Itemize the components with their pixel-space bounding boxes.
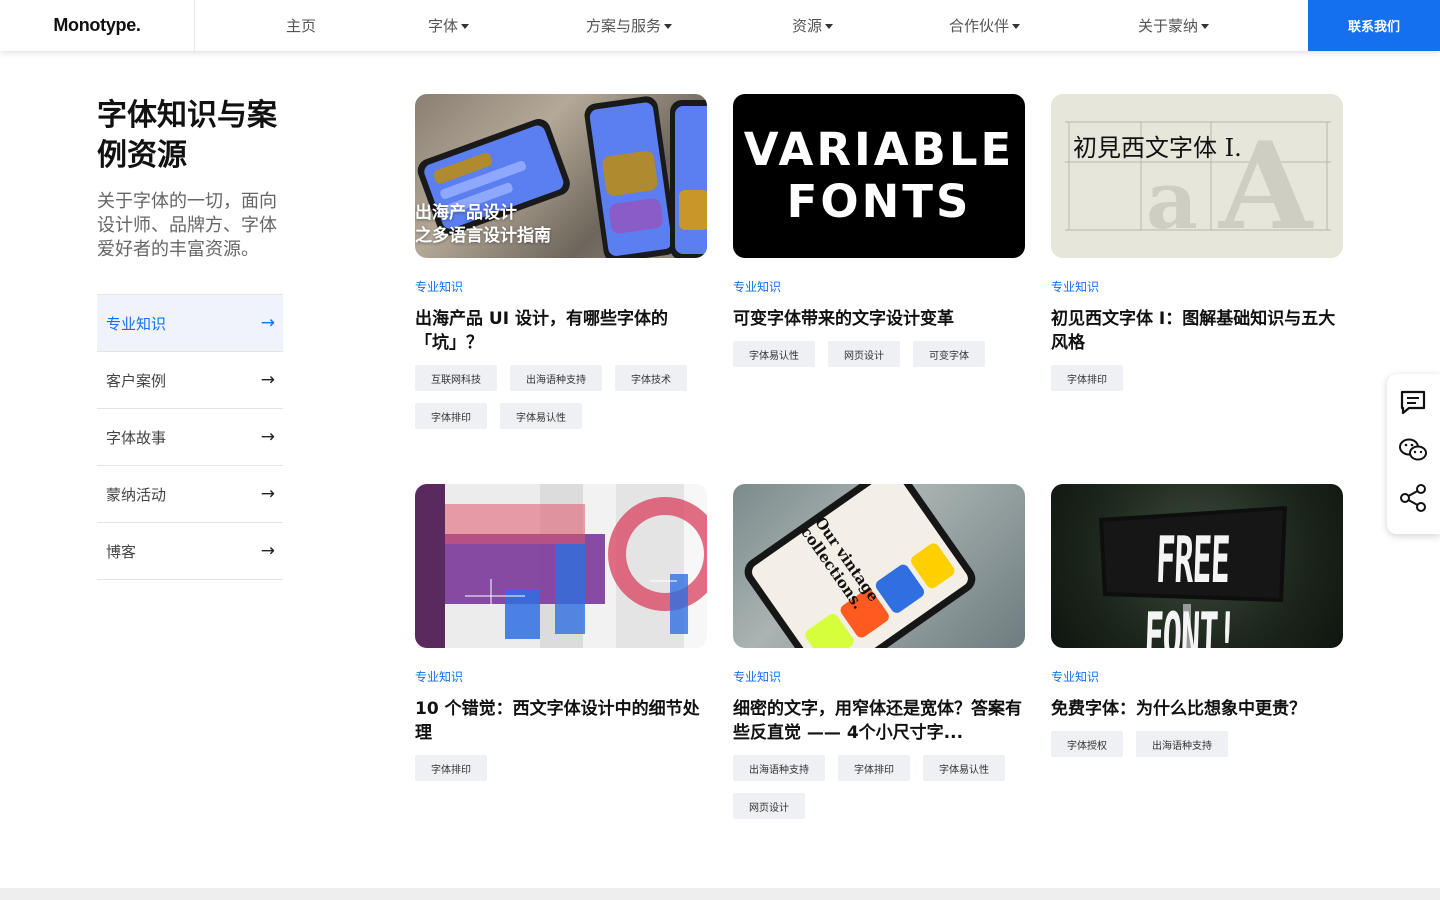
article-title[interactable]: 初见西文字体 I：图解基础知识与五大风格 (1051, 307, 1343, 355)
tag[interactable]: 字体易认性 (500, 403, 582, 429)
tag[interactable]: 网页设计 (828, 341, 900, 367)
tablet-illustration (744, 484, 976, 648)
article-title[interactable]: 免费字体：为什么比想象中更贵？ (1051, 697, 1343, 721)
caret-down-icon (1201, 23, 1210, 29)
category-menu: 专业知识 → 客户案例 → 字体故事 → 蒙纳活动 → 博客 → (97, 294, 283, 580)
tag[interactable]: 字体易认性 (923, 755, 1005, 781)
tag[interactable]: 字体易认性 (733, 341, 815, 367)
sidebar-item-case-studies[interactable]: 客户案例 → (97, 352, 283, 409)
caret-down-icon (461, 23, 470, 29)
footer-edge (0, 888, 1440, 900)
article-thumbnail[interactable]: 出海产品设计 之多语言设计指南 (415, 94, 707, 258)
article-thumbnail[interactable]: VARIABLE FONTS (733, 94, 1025, 258)
tag-list: 出海语种支持 字体排印 字体易认性 网页设计 (733, 755, 1025, 831)
tag-list: 互联网科技 出海语种支持 字体技术 字体排印 字体易认性 (415, 365, 707, 441)
article-category[interactable]: 专业知识 (415, 278, 707, 294)
sidebar-item-label: 博客 (106, 542, 137, 561)
tag-list: 字体排印 (415, 755, 707, 793)
article-title[interactable]: 细密的文字，用窄体还是宽体？答案有些反直觉 —— 4个小尺寸字... (733, 697, 1025, 745)
article-thumbnail[interactable]: FREE FONT! (1051, 484, 1343, 648)
sidebar-item-events[interactable]: 蒙纳活动 → (97, 466, 283, 523)
tag[interactable]: 网页设计 (733, 793, 805, 819)
article-category[interactable]: 专业知识 (1051, 278, 1343, 294)
article-card[interactable]: VARIABLE FONTS 专业知识 可变字体带来的文字设计变革 字体易认性 … (733, 94, 1025, 379)
tag[interactable]: 字体排印 (1051, 365, 1123, 391)
nav-solutions-label: 方案与服务 (586, 17, 662, 35)
article-title[interactable]: 可变字体带来的文字设计变革 (733, 307, 1025, 331)
page-description: 关于字体的一切，面向设计师、品牌方、字体爱好者的丰富资源。 (97, 191, 277, 260)
nav-fonts-label: 字体 (428, 17, 459, 35)
optical-illusion-illustration (415, 484, 707, 648)
sidebar-item-expertise[interactable]: 专业知识 → (97, 295, 283, 352)
caret-down-icon (1012, 23, 1021, 29)
tag-list: 字体授权 出海语种支持 (1051, 731, 1343, 769)
monotype-logo[interactable]: Monotype. (0, 0, 195, 51)
tag[interactable]: 互联网科技 (415, 365, 497, 391)
article-thumbnail[interactable]: a A 初見西文字体 I. (1051, 94, 1343, 258)
arrow-right-icon: → (260, 541, 275, 561)
main-nav: 主页 字体 方案与服务 资源 合作伙伴 关于蒙纳 (195, 0, 1308, 51)
thumbnail-overlay-text: 初見西文字体 I. (1073, 134, 1242, 162)
sidebar-item-label: 字体故事 (106, 428, 167, 447)
article-card[interactable]: FREE FONT! 专业知识 免费字体：为什么比想象中更贵？ 字体授权 出海语… (1051, 484, 1343, 769)
caret-down-icon (825, 23, 834, 29)
nav-resources-label: 资源 (792, 17, 823, 35)
svg-text:a: a (1146, 153, 1198, 247)
thumbnail-overlay-text: FREE FONT! (1143, 522, 1237, 648)
article-category[interactable]: 专业知识 (733, 668, 1025, 684)
article-category[interactable]: 专业知识 (415, 668, 707, 684)
top-navigation-bar: Monotype. 主页 字体 方案与服务 资源 合作伙伴 关于蒙纳 联系我们 (0, 0, 1440, 51)
sidebar-item-label: 客户案例 (106, 371, 167, 390)
tag[interactable]: 出海语种支持 (733, 755, 825, 781)
tag-list: 字体排印 (1051, 365, 1343, 403)
article-thumbnail[interactable]: Our vintage collections. (733, 484, 1025, 648)
chat-icon[interactable] (1397, 386, 1429, 418)
tag[interactable]: 出海语种支持 (510, 365, 602, 391)
nav-fonts[interactable]: 字体 (428, 0, 470, 51)
caret-down-icon (664, 23, 673, 29)
tag[interactable]: 字体排印 (838, 755, 910, 781)
sidebar-item-label: 蒙纳活动 (106, 485, 167, 504)
article-card[interactable]: 专业知识 10 个错觉：西文字体设计中的细节处理 字体排印 (415, 484, 707, 793)
article-card[interactable]: a A 初見西文字体 I. 专业知识 初见西文字体 I：图解基础知识与五大风格 … (1051, 94, 1343, 403)
tag[interactable]: 字体排印 (415, 755, 487, 781)
wechat-icon[interactable] (1397, 434, 1429, 466)
share-icon[interactable] (1397, 482, 1429, 514)
article-card[interactable]: 出海产品设计 之多语言设计指南 专业知识 出海产品 UI 设计，有哪些字体的「坑… (415, 94, 707, 441)
tag[interactable]: 字体排印 (415, 403, 487, 429)
arrow-right-icon: → (260, 484, 275, 504)
tag[interactable]: 字体授权 (1051, 731, 1123, 757)
tag[interactable]: 出海语种支持 (1136, 731, 1228, 757)
article-category[interactable]: 专业知识 (733, 278, 1025, 294)
sidebar-item-label: 专业知识 (106, 314, 167, 333)
sidebar-item-font-stories[interactable]: 字体故事 → (97, 409, 283, 466)
floating-contact-bar (1387, 374, 1440, 534)
thumbnail-overlay-text: 出海产品设计 之多语言设计指南 (415, 203, 551, 246)
tag[interactable]: 字体技术 (615, 365, 687, 391)
nav-about-label: 关于蒙纳 (1138, 17, 1199, 35)
nav-partners-label: 合作伙伴 (949, 17, 1010, 35)
arrow-right-icon: → (260, 370, 275, 390)
nav-about[interactable]: 关于蒙纳 (1138, 0, 1210, 51)
article-thumbnail[interactable] (415, 484, 707, 648)
arrow-right-icon: → (260, 427, 275, 447)
arrow-right-icon: → (260, 313, 275, 333)
contact-us-button[interactable]: 联系我们 (1308, 0, 1440, 51)
page-title: 字体知识与案例资源 (97, 98, 277, 173)
article-title[interactable]: 出海产品 UI 设计，有哪些字体的「坑」？ (415, 307, 707, 355)
article-title[interactable]: 10 个错觉：西文字体设计中的细节处理 (415, 697, 707, 745)
tag-list: 字体易认性 网页设计 可变字体 (733, 341, 1025, 379)
tag[interactable]: 可变字体 (913, 341, 985, 367)
sidebar-item-blog[interactable]: 博客 → (97, 523, 283, 580)
article-card[interactable]: Our vintage collections. 专业知识 细密的文字，用窄体还… (733, 484, 1025, 831)
nav-solutions[interactable]: 方案与服务 (586, 0, 673, 51)
nav-resources[interactable]: 资源 (792, 0, 834, 51)
nav-home-label: 主页 (286, 17, 317, 35)
nav-home[interactable]: 主页 (286, 0, 316, 51)
article-category[interactable]: 专业知识 (1051, 668, 1343, 684)
thumbnail-overlay-text: VARIABLE FONTS (743, 123, 1015, 228)
nav-partners[interactable]: 合作伙伴 (949, 0, 1021, 51)
letterform-grid-illustration: a A (1065, 116, 1331, 257)
